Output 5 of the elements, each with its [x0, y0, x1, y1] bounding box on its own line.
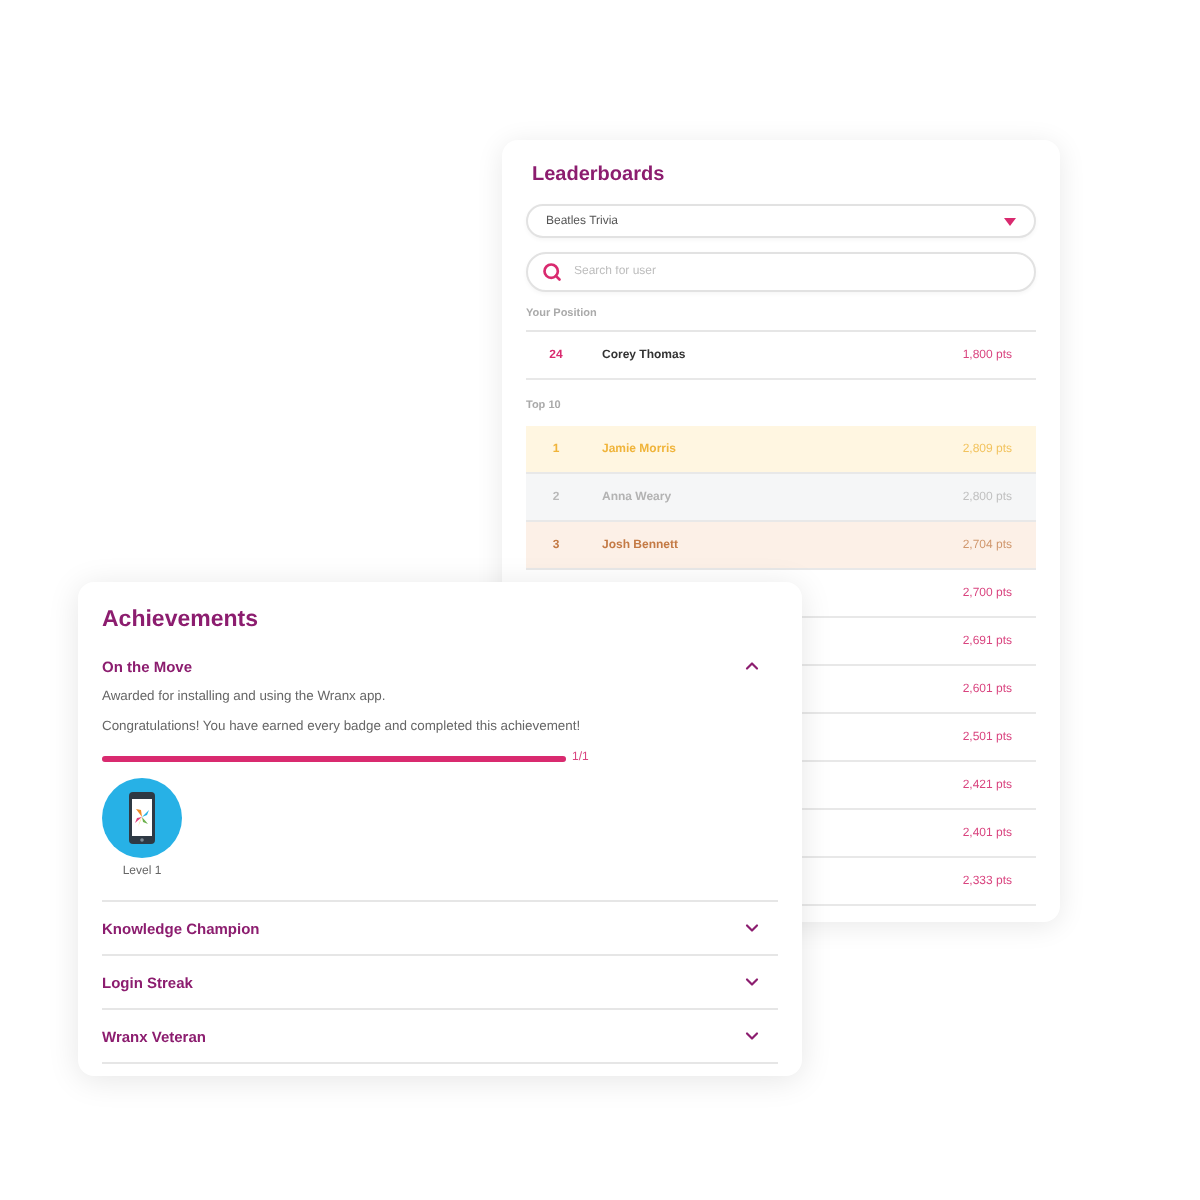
panel-title: Leaderboards: [530, 162, 665, 190]
caret-icon: [1004, 217, 1016, 225]
search-icon: [542, 262, 562, 282]
phone-badge-icon: [102, 778, 182, 858]
panel-title: Achievements: [102, 606, 258, 636]
